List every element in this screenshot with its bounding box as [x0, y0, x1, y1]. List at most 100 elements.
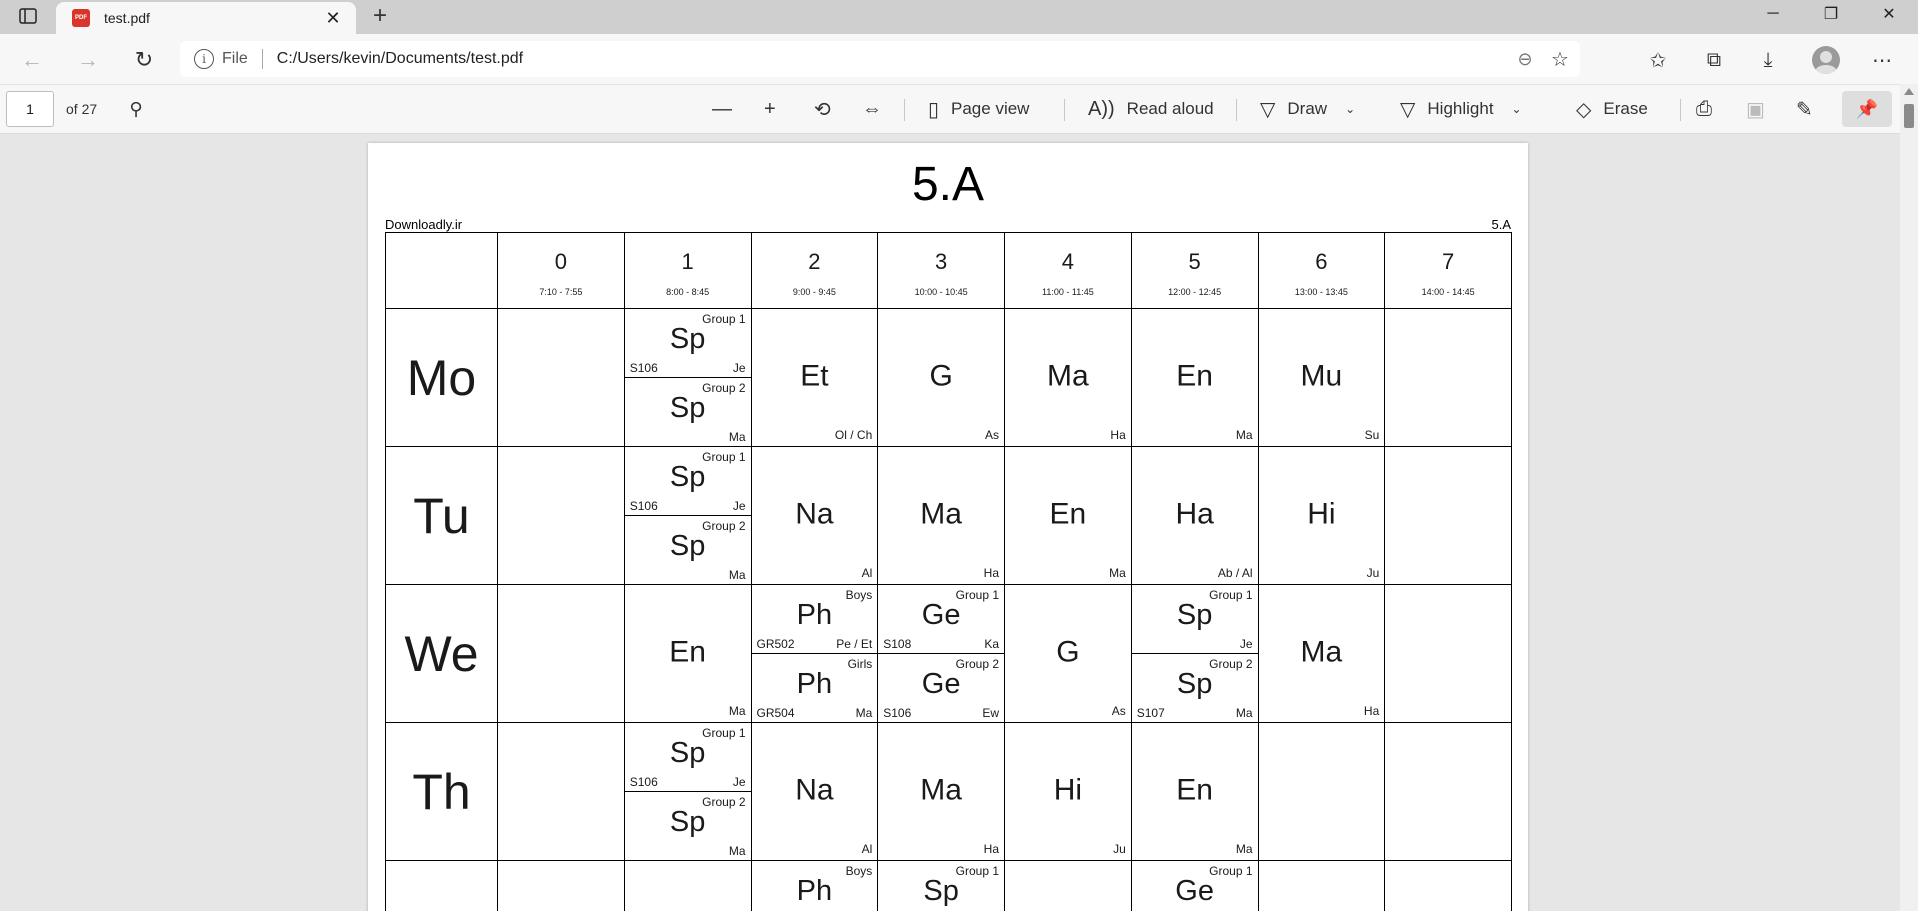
period-header: 0 7:10 - 7:55	[497, 232, 625, 309]
day-name	[385, 860, 498, 911]
zoom-out-button[interactable]: —	[712, 93, 744, 125]
zoom-in-button[interactable]: +	[764, 93, 788, 125]
restore-button[interactable]: ❐	[1802, 0, 1860, 28]
subject-code: Ge	[1175, 875, 1214, 907]
lesson-cell	[1384, 584, 1512, 723]
print-button[interactable]: ⎙	[1696, 93, 1724, 125]
day-name: Mo	[385, 308, 498, 447]
teacher-code: Su	[1364, 428, 1380, 442]
url-text[interactable]: C:/Users/kevin/Documents/test.pdf	[277, 50, 1510, 68]
highlight-button[interactable]: ▽ Highlight ⌄	[1400, 93, 1522, 125]
new-tab-button[interactable]: +	[364, 2, 396, 30]
page-view-button[interactable]: ▯ Page view	[928, 93, 1029, 125]
avatar	[1812, 46, 1840, 74]
refresh-button[interactable]: ↻	[128, 44, 160, 76]
subject-code: Sp	[923, 875, 959, 907]
teacher-code: Ma	[728, 704, 746, 718]
chevron-down-icon[interactable]: ⌄	[1345, 102, 1355, 116]
teacher-code: As	[1111, 704, 1126, 718]
draw-label: Draw	[1287, 99, 1328, 118]
lesson-cell	[497, 308, 625, 447]
info-icon[interactable]: i	[194, 49, 214, 69]
subject-code: En	[1049, 496, 1087, 530]
teacher-code: Ab / Al	[1217, 566, 1253, 580]
url-input[interactable]: i File C:/Users/kevin/Documents/test.pdf…	[180, 41, 1580, 77]
lesson-cell: Group 1 Sp S106 Je Group 2 Sp Ma	[623, 308, 752, 447]
lesson-cell: En Ma	[1130, 722, 1259, 861]
period-header: 6 13:00 - 13:45	[1257, 232, 1386, 309]
toolbar-divider	[904, 99, 905, 121]
pin-toolbar-button[interactable]: 📌	[1842, 91, 1892, 127]
toolbar-divider	[1236, 99, 1237, 121]
page-number-input[interactable]: 1	[6, 91, 54, 127]
subject-code: Ph	[796, 875, 833, 907]
lesson-cell: Ma Ha	[1257, 584, 1386, 723]
erase-button[interactable]: ◇ Erase	[1576, 93, 1648, 125]
room-code: S106	[629, 498, 658, 513]
period-time: 11:00 - 11:45	[1042, 286, 1094, 297]
profile-button[interactable]	[1808, 44, 1844, 76]
highlight-label: Highlight	[1427, 99, 1494, 118]
day-name: We	[385, 584, 498, 723]
lesson-cell: Mu Su	[1257, 308, 1386, 447]
lesson-cell: Group 1 Ge S108 Ka Group 2 Ge S106 Ew	[877, 584, 1005, 723]
save-button[interactable]: ▣	[1746, 93, 1777, 125]
zoom-out-icon[interactable]: ⊖	[1510, 49, 1540, 70]
subject-code: Sp	[669, 737, 706, 769]
teacher-code: Je	[732, 774, 746, 789]
lesson-cell	[1257, 860, 1386, 911]
teacher-code: As	[984, 428, 999, 442]
favorites-button[interactable]: ✩	[1640, 44, 1676, 76]
window-close-button[interactable]: ✕	[1860, 0, 1918, 28]
lesson-cell: Na Al	[750, 722, 879, 861]
group-lesson: Boys Ph GR502 Pe / Et	[751, 585, 878, 654]
downloads-button[interactable]: ⤓	[1750, 44, 1786, 76]
subject-code: En	[669, 634, 706, 668]
day-row: We En Ma Boys Ph GR502 Pe / Et Girls Ph GR504 Ma Gr…	[385, 584, 1512, 723]
draw-pen-icon: ▽	[1260, 98, 1276, 121]
toolbar-divider	[1064, 99, 1065, 121]
tab-close-icon[interactable]: ✕	[322, 8, 344, 29]
find-button[interactable]: ⚲	[122, 93, 150, 125]
vertical-scrollbar[interactable]	[1900, 84, 1918, 911]
print-icon: ⎙	[1696, 97, 1712, 120]
chevron-down-icon[interactable]: ⌄	[1512, 102, 1522, 116]
scroll-thumb[interactable]	[1904, 104, 1914, 128]
lesson-cell	[1257, 722, 1386, 861]
subject-code: Ma	[1047, 358, 1089, 392]
lesson-cell	[1004, 860, 1132, 911]
room-code: S106	[629, 774, 658, 789]
back-arrow-icon: ←	[21, 47, 43, 72]
minimize-button[interactable]: ─	[1744, 0, 1802, 28]
lesson-cell: Ha Ab / Al	[1130, 446, 1259, 585]
pdf-viewer[interactable]: 5.A Downloadly.ir 5.A 0 7:10 - 7:55 1 8:00 …	[0, 135, 1900, 911]
period-number: 6	[1315, 248, 1328, 274]
teacher-code: Ol / Ch	[834, 428, 873, 442]
room-code: S106	[629, 360, 658, 375]
rotate-button[interactable]: ⟲	[814, 93, 843, 125]
tab-actions-button[interactable]	[8, 2, 48, 30]
group-label: Girls	[847, 656, 873, 671]
teacher-code: Je	[732, 498, 746, 513]
collections-icon: ⧉	[1706, 48, 1722, 71]
period-number: 0	[554, 248, 567, 274]
back-button[interactable]: ←	[16, 44, 48, 76]
teacher-code: Ha	[1363, 704, 1380, 718]
read-aloud-button[interactable]: A)) Read aloud	[1088, 93, 1214, 125]
pdf-page: 5.A Downloadly.ir 5.A 0 7:10 - 7:55 1 8:00 …	[368, 143, 1528, 911]
lesson-cell: Hi Ju	[1257, 446, 1386, 585]
group-lesson: Group 2 Sp Ma	[625, 792, 751, 861]
scroll-up-icon[interactable]	[1904, 88, 1914, 95]
settings-menu-button[interactable]: ⋯	[1864, 44, 1900, 76]
forward-button[interactable]: →	[72, 44, 104, 76]
collections-button[interactable]: ⧉	[1696, 44, 1732, 76]
lesson-cell	[497, 446, 625, 585]
draw-button[interactable]: ▽ Draw ⌄	[1260, 93, 1355, 125]
add-favorite-icon[interactable]: ☆	[1540, 47, 1580, 72]
subject-code: Ph	[796, 599, 833, 631]
save-as-button[interactable]: ✎	[1796, 93, 1825, 125]
lesson-cell: Group 1 Sp S106 Je Group 2 Sp Ma	[623, 446, 752, 585]
teacher-code: Al	[861, 566, 873, 580]
fit-page-button[interactable]: ⇔	[862, 93, 894, 125]
tab-test-pdf[interactable]: PDF test.pdf ✕	[56, 2, 356, 34]
